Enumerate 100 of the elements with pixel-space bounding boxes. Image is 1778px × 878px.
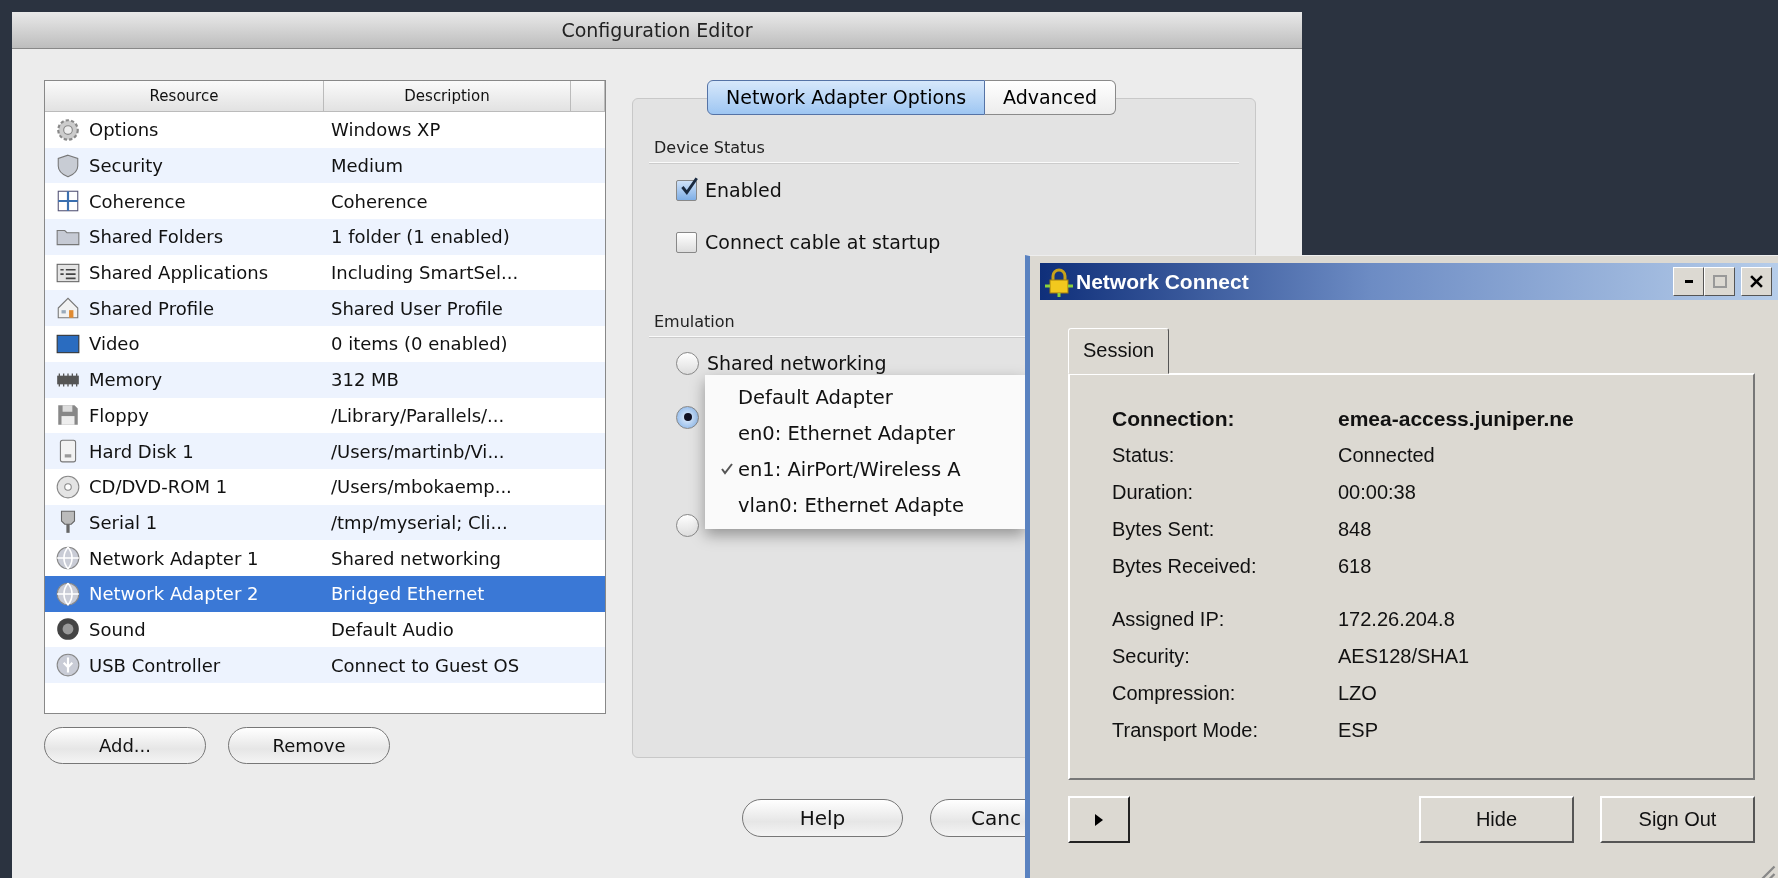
resource-name: Video — [89, 333, 140, 355]
resource-name: Options — [89, 119, 159, 141]
menu-item-label: Default Adapter — [738, 385, 893, 409]
radio-button[interactable] — [676, 405, 699, 429]
window-button[interactable]: Hide — [1419, 796, 1574, 843]
tab[interactable]: Session — [1068, 328, 1170, 374]
field-value: AES128/SHA1 — [1338, 645, 1470, 668]
resource-description: 312 MB — [331, 369, 399, 391]
resource-description: 0 items (0 enabled) — [331, 333, 508, 355]
field-value: Connected — [1338, 444, 1435, 467]
resource-row[interactable]: CD/DVD-ROM 1 /Users/mbokaemp... — [45, 468, 605, 505]
resource-name: CD/DVD-ROM 1 — [89, 476, 228, 498]
triangle-icon — [1095, 813, 1103, 826]
resource-row[interactable]: Memory 312 MB — [45, 361, 605, 398]
menu-item-label: en0: Ethernet Adapter — [738, 421, 956, 445]
resource-row[interactable]: Sound Default Audio — [45, 611, 605, 648]
resource-row[interactable]: Network Adapter 1 Shared networking — [45, 540, 605, 576]
resource-row[interactable]: Shared Profile Shared User Profile — [45, 290, 605, 327]
field-label: Bytes Received: — [1112, 555, 1258, 578]
maximize-button[interactable] — [1704, 267, 1735, 296]
checkbox[interactable] — [676, 231, 697, 253]
resource-name: Coherence — [89, 190, 186, 212]
field-value: LZO — [1338, 682, 1377, 705]
field-value: 00:00:38 — [1338, 481, 1416, 504]
close-button[interactable] — [1741, 267, 1772, 296]
resource-name: Sound — [89, 618, 146, 640]
resource-description: Windows XP — [331, 119, 441, 141]
resource-row[interactable]: Security Medium — [45, 147, 605, 184]
list-action-button[interactable]: Add... — [44, 727, 206, 764]
resource-name: Network Adapter 1 — [89, 547, 259, 569]
field-label: Status: — [1112, 444, 1176, 467]
list-action-button[interactable]: Remove — [228, 727, 390, 764]
field-value: ESP — [1338, 719, 1379, 742]
resource-name: Shared Profile — [89, 297, 215, 319]
radio-button[interactable] — [676, 513, 699, 537]
window-button[interactable]: Sign Out — [1600, 796, 1755, 843]
resource-description: Medium — [331, 155, 403, 177]
menu-item[interactable]: en0: Ethernet Adapter — [705, 415, 1025, 451]
gear-icon — [55, 116, 81, 143]
resource-row[interactable]: Coherence Coherence — [45, 183, 605, 220]
radio-button[interactable] — [676, 351, 699, 375]
resource-description: Default Audio — [331, 618, 454, 640]
resource-name: Hard Disk 1 — [89, 440, 194, 462]
globe-icon — [55, 580, 81, 607]
resource-row[interactable]: Hard Disk 1 /Users/martinb/Vi... — [45, 433, 605, 469]
resource-row[interactable]: Network Adapter 2 Bridged Ethernet — [45, 575, 605, 612]
expand-button[interactable] — [1068, 796, 1130, 843]
field-label: Duration: — [1112, 481, 1195, 504]
menu-item[interactable]: vlan0: Ethernet Adapte — [705, 487, 1025, 523]
resource-row[interactable]: Floppy /Library/Parallels/... — [45, 397, 605, 434]
resource-name: Memory — [89, 369, 163, 391]
resource-name: Shared Folders — [89, 226, 224, 248]
radio-label: Shared networking — [707, 352, 887, 374]
resource-row[interactable]: Serial 1 /tmp/myserial; Cli... — [45, 504, 605, 541]
column-header[interactable]: Resource — [45, 81, 324, 111]
checkbox-label: Enabled — [705, 179, 782, 201]
menu-item[interactable]: Default Adapter — [705, 379, 1025, 415]
column-header[interactable]: Description — [324, 81, 571, 111]
menu-item-label: en1: AirPort/Wireless A — [738, 457, 961, 481]
tab[interactable]: Network Adapter Options — [707, 80, 986, 115]
menu-item-label: vlan0: Ethernet Adapte — [738, 493, 964, 517]
resource-description: /tmp/myserial; Cli... — [331, 511, 508, 533]
field-label: Connection: — [1112, 406, 1236, 431]
field-value: 172.26.204.8 — [1338, 608, 1455, 631]
resource-description: Coherence — [331, 190, 428, 212]
globe-icon — [55, 545, 81, 572]
field-value: 618 — [1338, 555, 1372, 578]
resource-name: USB Controller — [89, 654, 221, 676]
disc-icon — [55, 473, 81, 500]
resource-name: Serial 1 — [89, 511, 158, 533]
speaker-icon — [55, 616, 81, 643]
resource-description: 1 folder (1 enabled) — [331, 226, 510, 248]
checkbox-label: Connect cable at startup — [705, 231, 941, 253]
resource-name: Security — [89, 155, 163, 177]
resource-row[interactable]: USB Controller Connect to Guest OS — [45, 647, 605, 683]
field-label: Security: — [1112, 645, 1191, 668]
resource-description: Including SmartSel... — [331, 262, 519, 284]
minimize-button[interactable] — [1673, 267, 1704, 296]
resource-description: /Library/Parallels/... — [331, 404, 505, 426]
dialog-button[interactable]: Help — [742, 799, 903, 837]
field-value: emea-access.juniper.ne — [1338, 406, 1574, 431]
resource-row[interactable]: Shared Applications Including SmartSel... — [45, 254, 605, 291]
resource-row[interactable]: Shared Folders 1 folder (1 enabled) — [45, 219, 605, 255]
resource-row[interactable]: Video 0 items (0 enabled) — [45, 326, 605, 362]
window-title: Network Connect — [1076, 269, 1250, 294]
section-heading: Device Status — [653, 138, 766, 157]
menu-item[interactable]: en1: AirPort/Wireless A — [705, 451, 1025, 487]
resource-name: Floppy — [89, 404, 149, 426]
resource-description: Connect to Guest OS — [331, 654, 520, 676]
shield-icon — [55, 152, 81, 179]
resource-name: Shared Applications — [89, 262, 269, 284]
resource-description: Bridged Ethernet — [331, 583, 485, 605]
section-heading: Emulation — [653, 312, 736, 331]
resource-description: /Users/mbokaemp... — [331, 476, 512, 498]
checkbox[interactable] — [676, 179, 697, 201]
resource-row[interactable]: Options Windows XP — [45, 112, 605, 148]
resource-description: Shared User Profile — [331, 297, 503, 319]
resource-name: Network Adapter 2 — [89, 583, 259, 605]
tab[interactable]: Advanced — [985, 80, 1116, 115]
field-value: 848 — [1338, 518, 1372, 541]
